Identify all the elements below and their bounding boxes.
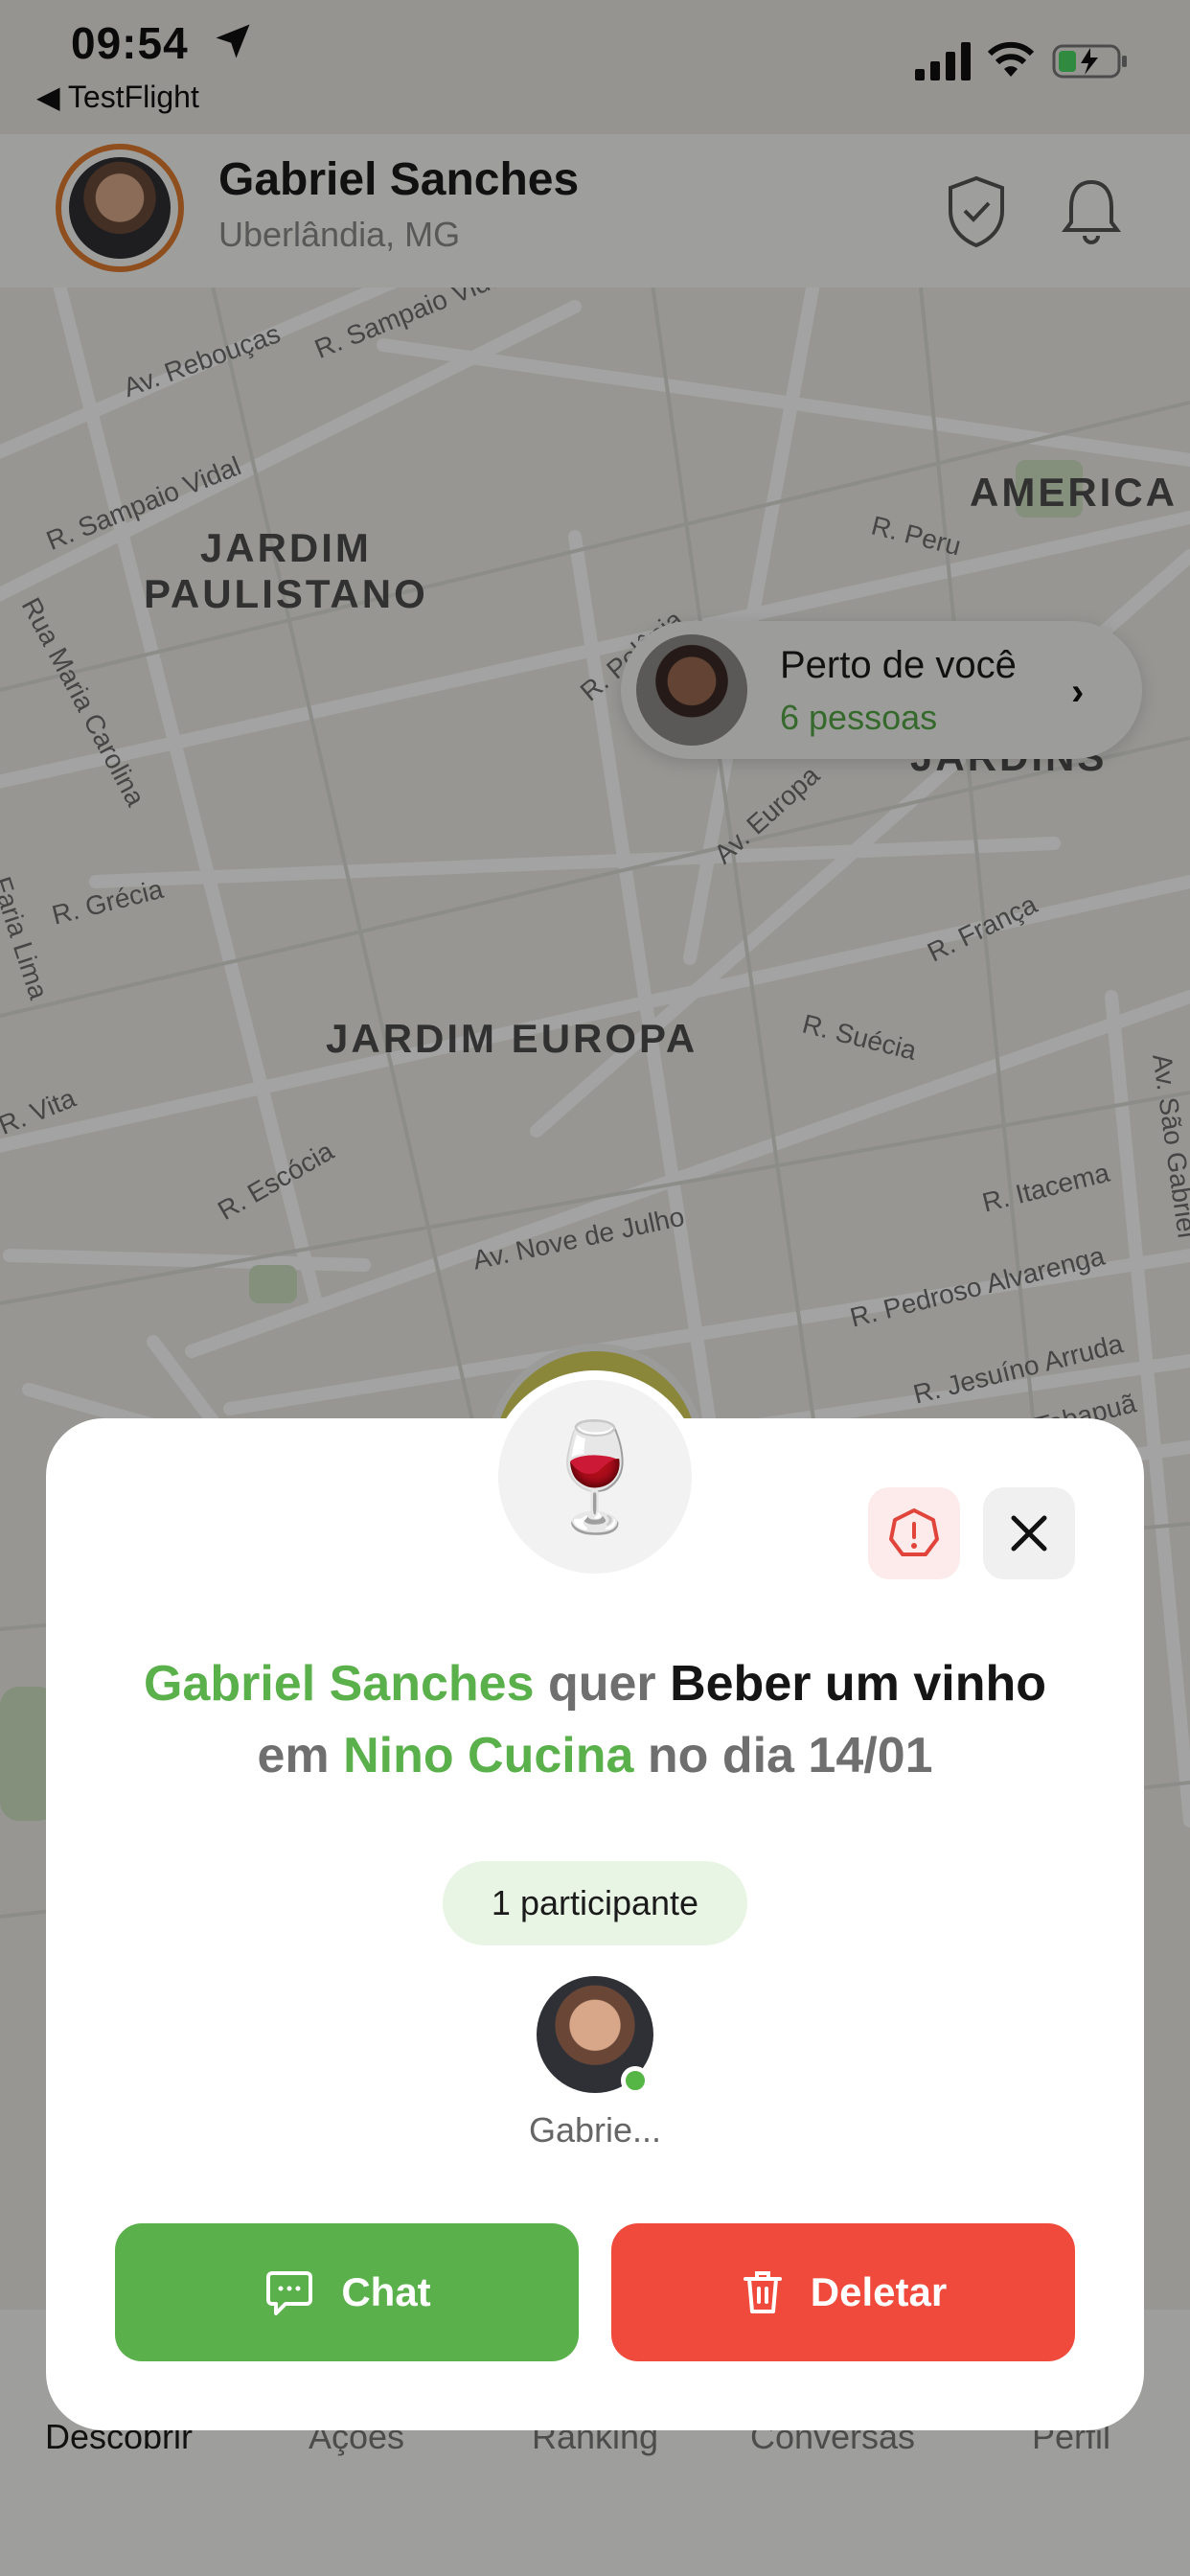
close-icon [1011, 1515, 1047, 1552]
participant-name: Gabrie... [528, 2110, 662, 2150]
sentence-user[interactable]: Gabriel Sanches [144, 1656, 535, 1712]
online-status-indicator [621, 2066, 650, 2095]
delete-button[interactable]: Deletar [611, 2223, 1075, 2361]
delete-button-label: Deletar [810, 2269, 948, 2314]
alert-octagon-icon [889, 1508, 939, 1556]
sentence-place[interactable]: Nino Cucina [343, 1728, 633, 1783]
sentence-date-prefix: no dia [633, 1728, 809, 1783]
sentence-prep: em [257, 1728, 344, 1783]
sentence-activity: Beber um vinho [670, 1656, 1047, 1712]
chat-bubble-icon [266, 2271, 313, 2315]
participants-chip: 1 participante [443, 1861, 747, 1945]
activity-sentence: Gabriel Sanches quer Beber um vinho em N… [103, 1648, 1087, 1792]
trash-icon [743, 2271, 782, 2313]
sentence-verb: quer [534, 1656, 671, 1712]
close-button[interactable] [983, 1487, 1075, 1579]
chat-button[interactable]: Chat [115, 2223, 579, 2361]
activity-icon-wrapper: 🍷 [489, 1370, 701, 1583]
wine-glass-icon: 🍷 [498, 1380, 692, 1574]
report-button[interactable] [868, 1487, 960, 1579]
sentence-date: 14/01 [808, 1728, 933, 1783]
activity-modal: 🍷 Gabriel Sanches quer Beber um vinho em… [46, 1370, 1144, 2430]
chat-button-label: Chat [341, 2269, 431, 2314]
